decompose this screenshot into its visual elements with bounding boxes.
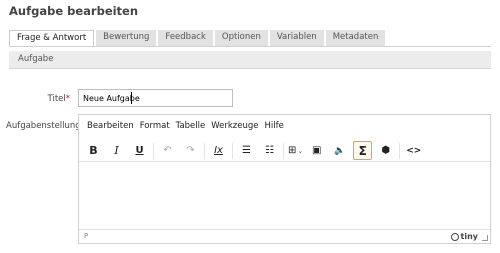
required-marker: * xyxy=(65,94,70,104)
section-title: Aufgabe xyxy=(18,54,54,64)
editor-menubar: Bearbeiten Format Tabelle Werkzeuge Hilf… xyxy=(79,115,490,137)
title-label: Titel* xyxy=(48,94,70,104)
underline-button[interactable]: U xyxy=(130,141,149,160)
toolbar-separator xyxy=(153,142,154,159)
undo-icon[interactable]: ↶ xyxy=(158,141,177,160)
title-label-text: Titel xyxy=(47,94,66,104)
redo-icon[interactable]: ↷ xyxy=(181,141,200,160)
tab-feedback[interactable]: Feedback xyxy=(158,30,213,46)
tab-bewertung[interactable]: Bewertung xyxy=(96,30,157,46)
tab-optionen[interactable]: Optionen xyxy=(214,30,268,46)
tiny-brand-text: tiny xyxy=(460,232,478,241)
toolbar-separator xyxy=(232,142,233,159)
formula-button[interactable]: Σ xyxy=(353,141,373,160)
tiny-brand[interactable]: tiny xyxy=(450,232,478,241)
page-title: Aufgabe bearbeiten xyxy=(9,4,139,18)
menu-hilfe[interactable]: Hilfe xyxy=(262,121,287,131)
menu-format[interactable]: Format xyxy=(137,121,173,131)
clear-format-icon[interactable]: Ix xyxy=(209,141,228,160)
editor-content-area[interactable] xyxy=(79,163,490,231)
menu-bearbeiten[interactable]: Bearbeiten xyxy=(84,121,137,131)
toolbar-separator xyxy=(399,142,401,159)
cube-icon[interactable]: ⬢ xyxy=(376,141,395,160)
editor-toolbar: B I U ↶ ↷ Ix ☰ ☷ ⊞ ⌄ ▣ 🔈 Σ ⬢ <> xyxy=(79,140,490,162)
image-icon[interactable]: ▣ xyxy=(307,141,326,160)
task-label: Aufgabenstellung xyxy=(6,121,81,131)
table-button[interactable]: ⊞ ⌄ xyxy=(288,141,303,160)
table-icon: ⊞ xyxy=(288,145,297,156)
tab-variablen[interactable]: Variablen xyxy=(269,30,324,46)
tab-bar: Frage & Antwort Bewertung Feedback Optio… xyxy=(9,30,387,47)
code-icon[interactable]: <> xyxy=(404,141,423,160)
bullet-list-icon[interactable]: ☰ xyxy=(237,141,256,160)
tab-divider xyxy=(9,46,491,47)
tab-frage-antwort[interactable]: Frage & Antwort xyxy=(9,30,95,47)
toolbar-separator xyxy=(283,142,284,159)
tiny-logo-icon xyxy=(450,232,459,241)
resize-handle-icon[interactable] xyxy=(482,235,488,241)
menu-tabelle[interactable]: Tabelle xyxy=(173,121,209,131)
bold-button[interactable]: B xyxy=(84,141,103,160)
tab-metadaten[interactable]: Metadaten xyxy=(325,30,386,46)
chevron-down-icon: ⌄ xyxy=(297,146,304,155)
toolbar-separator xyxy=(204,142,205,159)
numbered-list-icon[interactable]: ☷ xyxy=(260,141,279,160)
section-header: Aufgabe xyxy=(9,51,491,69)
menu-werkzeuge[interactable]: Werkzeuge xyxy=(208,121,261,131)
media-icon[interactable]: 🔈 xyxy=(330,141,349,160)
element-path[interactable]: P xyxy=(84,232,88,240)
text-caret xyxy=(131,92,132,104)
italic-button[interactable]: I xyxy=(107,141,126,160)
editor-statusbar: P tiny xyxy=(79,229,490,243)
title-input[interactable] xyxy=(78,89,233,107)
rich-text-editor: Bearbeiten Format Tabelle Werkzeuge Hilf… xyxy=(78,114,491,244)
